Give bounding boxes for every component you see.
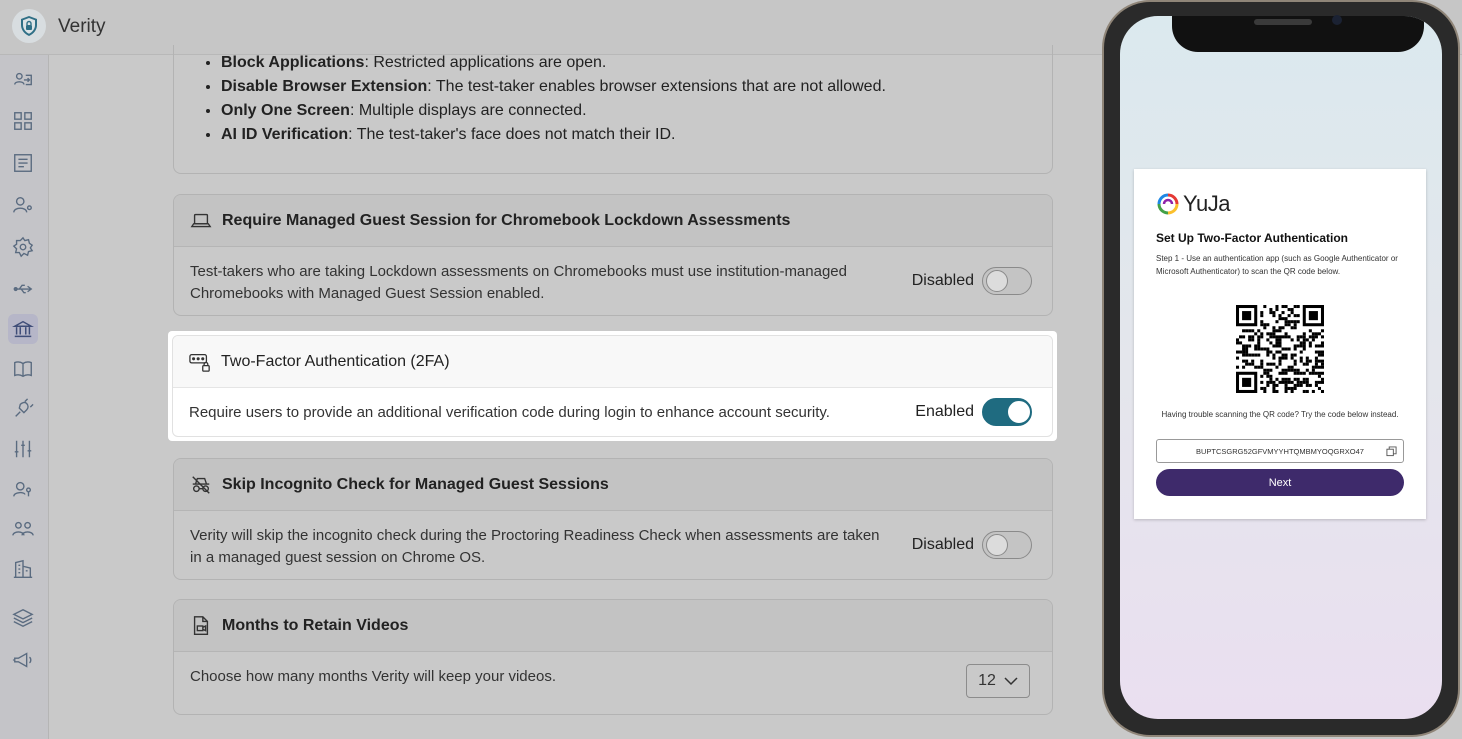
trouble-text: Having trouble scanning the QR code? Try… [1161,410,1399,419]
sidebar-item-groups[interactable] [8,514,38,544]
card-header: Two-Factor Authentication (2FA) [173,336,1052,388]
list-item: AI ID Verification: The test-taker's fac… [221,123,886,147]
user-key-icon [13,481,32,497]
toggle-status-label: Disabled [911,536,974,553]
phone-speaker [1254,19,1312,25]
user-gear-icon [13,196,32,213]
verity-logo[interactable] [12,9,46,43]
grid-icon [14,112,32,130]
app-title: Verity [58,16,106,37]
building-icon [13,559,33,578]
chromebook-setting-card: Require Managed Guest Session for Chrome… [173,194,1053,316]
sidebar-item-institution[interactable] [8,314,38,344]
bank-icon [12,320,34,338]
retain-months-select[interactable]: 12 [966,664,1030,698]
sidebar-item-login[interactable] [8,64,38,94]
sliders-icon [14,440,32,458]
select-value: 12 [978,672,996,689]
plug-icon [15,398,34,417]
sidebar-item-settings[interactable] [8,232,38,262]
toggle-status-label: Enabled [915,403,974,420]
usb-icon [13,284,33,294]
sidebar-item-buildings[interactable] [8,554,38,584]
twofa-toggle[interactable] [982,398,1032,426]
toggle-status-label: Disabled [911,272,974,289]
incognito-off-icon [190,474,212,496]
sidebar-item-layers[interactable] [8,603,38,633]
phone-mockup: YuJa Set Up Two-Factor Authentication St… [1102,0,1460,737]
list-item: Block Applications: Restricted applicati… [221,51,886,75]
violation-list-card: Block Applications: Restricted applicati… [173,45,1053,174]
sidebar-item-dashboard[interactable] [8,106,38,136]
incognito-toggle-group: Disabled [912,531,1032,559]
sidebar-item-reports[interactable] [8,148,38,178]
yuja-logo: YuJa [1156,191,1230,217]
secret-code-field[interactable]: BUPTCSGRG52GFVMYYHTQMBMYOQGRXO47 [1156,439,1404,463]
incognito-toggle[interactable] [982,531,1032,559]
card-header: Skip Incognito Check for Managed Guest S… [174,459,1052,511]
sidebar-item-user-settings[interactable] [8,190,38,220]
chromebook-toggle[interactable] [982,267,1032,295]
violation-list: Block Applications: Restricted applicati… [174,51,886,147]
sidebar-item-user-keys[interactable] [8,474,38,504]
twofa-setup-card: YuJa Set Up Two-Factor Authentication St… [1134,169,1426,519]
chevron-down-icon [1004,677,1018,686]
megaphone-icon [12,652,32,668]
card-body: Choose how many months Verity will keep … [174,652,1052,714]
retain-videos-card: Months to Retain Videos Choose how many … [173,599,1053,715]
sidebar-item-plugins[interactable] [8,394,38,424]
twofa-highlight: Two-Factor Authentication (2FA) Require … [168,331,1057,441]
laptop-icon [190,210,212,232]
toggle-knob [986,534,1008,556]
gear-icon [12,236,34,258]
password-lock-icon [189,351,211,373]
card-title: Require Managed Guest Session for Chrome… [222,211,791,229]
list-item: Disable Browser Extension: The test-take… [221,75,886,99]
phone-screen: YuJa Set Up Two-Factor Authentication St… [1120,16,1442,719]
video-file-icon [190,615,212,637]
toggle-knob [986,270,1008,292]
card-description: Choose how many months Verity will keep … [190,668,557,685]
users-icon [12,521,34,536]
yuja-swirl-icon [1157,193,1179,215]
secret-code: BUPTCSGRG52GFVMYYHTQMBMYOQGRXO47 [1196,446,1364,456]
card-body: Verity will skip the incognito check dur… [174,511,1052,579]
next-button[interactable]: Next [1156,469,1404,496]
sidebar-item-adjustments[interactable] [8,434,38,464]
setup-title: Set Up Two-Factor Authentication [1156,231,1348,245]
setup-step-text: Step 1 - Use an authentication app (such… [1156,254,1398,276]
twofa-toggle-group: Enabled [915,398,1032,426]
card-description: Test-takers who are taking Lockdown asse… [190,263,847,302]
card-body: Test-takers who are taking Lockdown asse… [174,247,1052,315]
twofa-setting-card: Two-Factor Authentication (2FA) Require … [172,335,1053,437]
card-title: Months to Retain Videos [222,616,409,634]
sidebar-item-integrations[interactable] [8,274,38,304]
book-icon [14,361,32,378]
card-description: Require users to provide an additional v… [189,404,830,421]
card-header: Require Managed Guest Session for Chrome… [174,195,1052,247]
incognito-setting-card: Skip Incognito Check for Managed Guest S… [173,458,1053,580]
phone-camera [1332,15,1342,25]
sidebar-item-announcements[interactable] [8,645,38,675]
qr-code [1236,305,1324,393]
chromebook-toggle-group: Disabled [912,267,1032,295]
sidebar-item-guides[interactable] [8,354,38,384]
toggle-knob [1008,401,1030,423]
report-icon [14,154,32,172]
sidebar [0,55,49,739]
card-description: Verity will skip the incognito check dur… [190,527,880,566]
user-login-icon [14,72,32,86]
list-item: Only One Screen: Multiple displays are c… [221,99,886,123]
card-body: Require users to provide an additional v… [173,388,1052,436]
layers-icon [12,608,34,628]
card-title: Skip Incognito Check for Managed Guest S… [222,475,609,493]
shield-lock-icon [21,16,37,36]
copy-icon[interactable] [1386,446,1397,457]
card-header: Months to Retain Videos [174,600,1052,652]
card-title: Two-Factor Authentication (2FA) [221,352,450,370]
brand-name: YuJa [1183,191,1230,216]
